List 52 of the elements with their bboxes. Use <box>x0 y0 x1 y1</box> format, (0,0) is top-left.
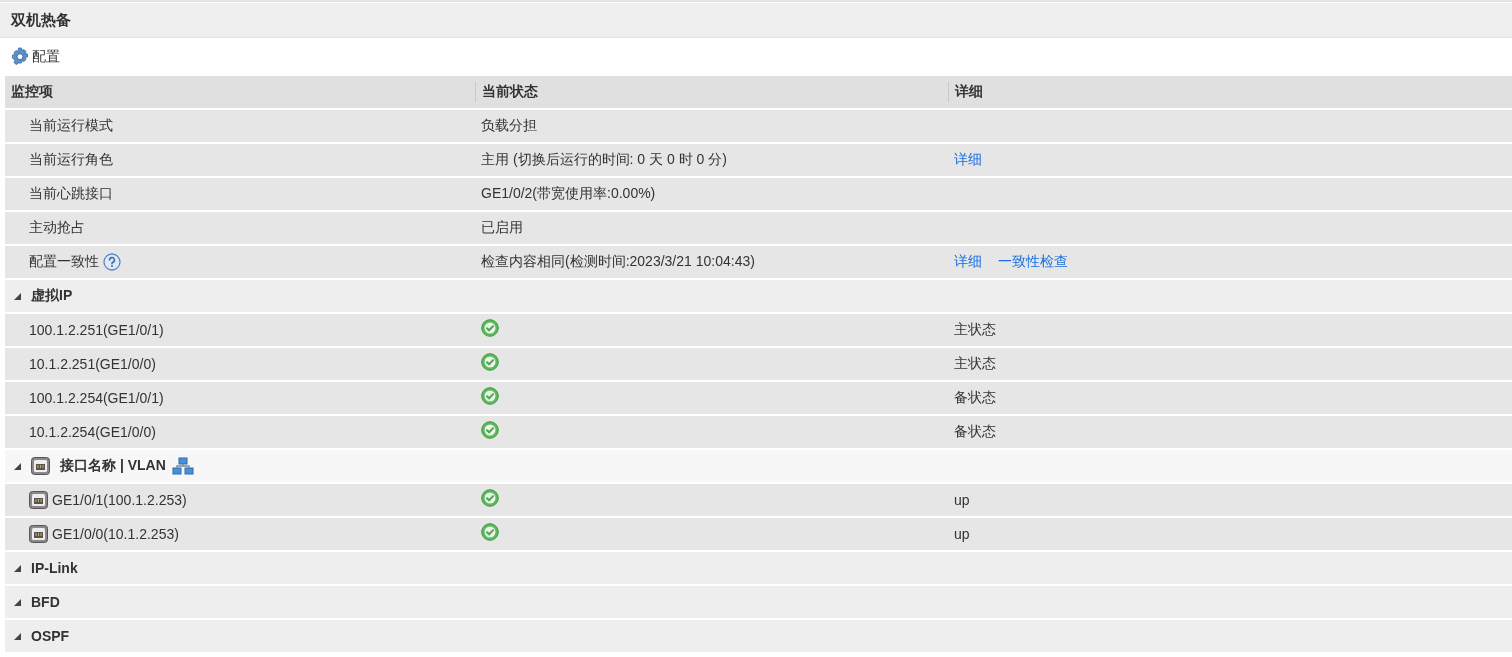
column-header: 监控项 <box>11 83 53 101</box>
table-cell: 主动抢占 <box>29 219 85 237</box>
table-cell: 主状态 <box>954 321 996 339</box>
table-cell: 当前运行角色 <box>29 151 113 169</box>
detail-link[interactable]: 详细 <box>954 253 982 271</box>
table-cell: GE1/0/1(100.1.2.253) <box>52 492 187 508</box>
port-icon <box>29 491 48 509</box>
table-cell: 配置一致性 <box>29 253 99 271</box>
detail-link[interactable]: 一致性检查 <box>998 253 1068 271</box>
group-label: 虚拟IP <box>31 287 73 305</box>
check-icon <box>481 352 499 371</box>
table-cell: 100.1.2.251(GE1/0/1) <box>29 322 164 338</box>
group-label: BFD <box>31 594 60 610</box>
check-icon <box>481 488 499 507</box>
column-header: 详细 <box>955 83 983 101</box>
group-label: OSPF <box>31 628 70 644</box>
collapse-triangle-icon[interactable] <box>14 598 21 606</box>
table-cell: 检查内容相同(检测时间:2023/3/21 10:04:43) <box>481 253 755 271</box>
column-header: 当前状态 <box>482 83 538 101</box>
config-link[interactable]: 配置 <box>32 48 60 66</box>
table-cell: GE1/0/0(10.1.2.253) <box>52 526 179 542</box>
table-cell: 当前心跳接口 <box>29 185 113 203</box>
collapse-triangle-icon[interactable] <box>14 564 21 572</box>
port-icon <box>31 457 50 475</box>
group-label: 接口名称 | VLAN <box>60 457 166 475</box>
page-title: 双机热备 <box>11 10 71 30</box>
group-label: IP-Link <box>31 560 78 576</box>
table-cell: 10.1.2.251(GE1/0/0) <box>29 356 156 372</box>
table-cell: 100.1.2.254(GE1/0/1) <box>29 390 164 406</box>
collapse-triangle-icon[interactable] <box>14 462 21 470</box>
table-cell: 主状态 <box>954 355 996 373</box>
help-icon[interactable] <box>103 253 121 271</box>
gear-icon <box>10 47 30 67</box>
table-cell: GE1/0/2(带宽使用率:0.00%) <box>481 185 656 203</box>
detail-link[interactable]: 详细 <box>954 151 982 169</box>
table-cell: 主用 (切换后运行的时间: 0 天 0 时 0 分) <box>481 151 727 169</box>
collapse-triangle-icon[interactable] <box>14 292 21 300</box>
check-icon <box>481 522 499 541</box>
check-icon <box>481 386 499 405</box>
table-cell: 10.1.2.254(GE1/0/0) <box>29 424 156 440</box>
table-cell: 当前运行模式 <box>29 117 113 135</box>
network-icon <box>171 457 194 475</box>
table-cell: 已启用 <box>481 219 523 237</box>
check-icon <box>481 318 499 337</box>
table-cell: 备状态 <box>954 423 996 441</box>
table-cell: 负载分担 <box>481 117 537 135</box>
table-cell: 备状态 <box>954 389 996 407</box>
port-icon <box>29 525 48 543</box>
collapse-triangle-icon[interactable] <box>14 632 21 640</box>
table-cell: up <box>954 492 970 508</box>
table-cell: up <box>954 526 970 542</box>
check-icon <box>481 420 499 439</box>
